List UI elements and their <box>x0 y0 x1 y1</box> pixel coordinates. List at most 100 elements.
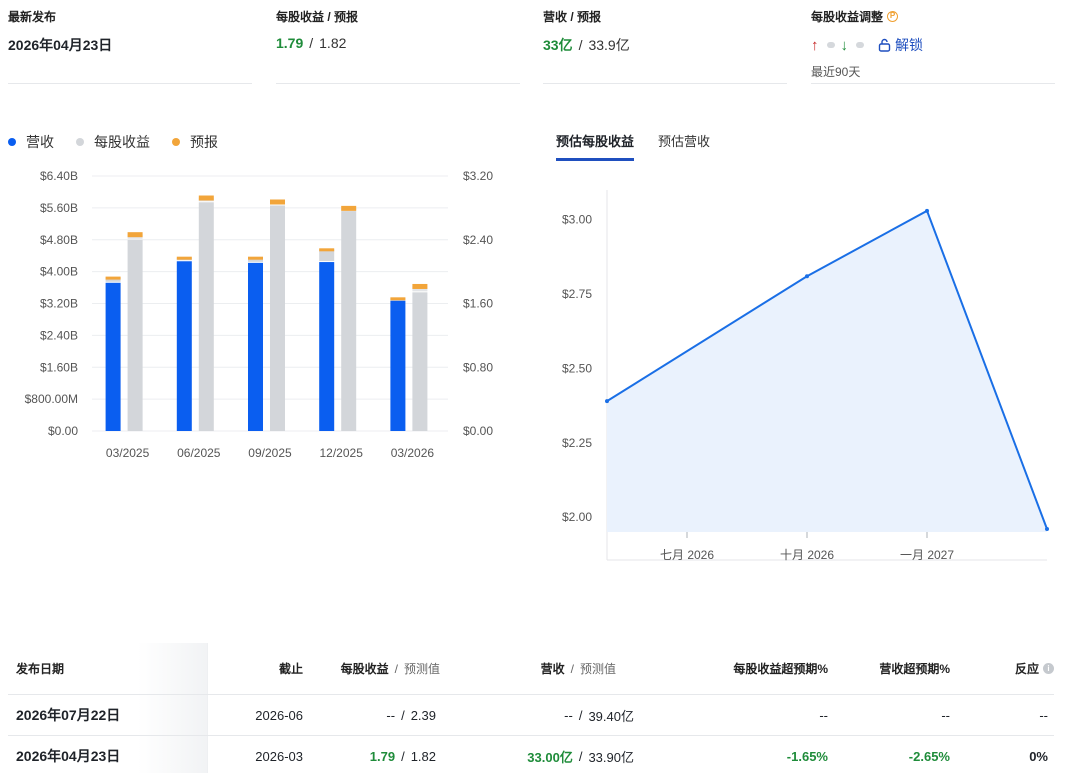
bar-revenue <box>319 262 335 431</box>
cell-eps: -- / 2.39 <box>308 695 436 735</box>
separator: / <box>578 707 583 723</box>
cell-eps-surprise: -1.65% <box>786 748 828 764</box>
legend-dot <box>172 138 180 146</box>
cell-reaction: -- <box>1039 707 1048 723</box>
y-right-tick-label: $0.00 <box>463 424 493 438</box>
legend-label: 预报 <box>190 134 218 150</box>
table-row[interactable]: 2026年07月22日 2026-06 -- / 2.39 -- / 39.40… <box>8 695 1054 736</box>
eps-estimate: 1.82 <box>319 35 347 51</box>
blurred-value <box>826 42 835 48</box>
cell-revenue: -- / 39.40亿 <box>448 695 634 735</box>
y-right-tick-label: $2.40 <box>463 233 493 247</box>
arrow-up-icon: ↑ <box>811 36 819 54</box>
bar-revenue <box>248 262 263 431</box>
legend-item-revenue[interactable]: 营收 <box>8 132 54 152</box>
bar-revenue-estimate-marker <box>176 256 192 260</box>
unlock-link[interactable]: 解锁 <box>878 35 923 55</box>
cell-revenue: 33.00亿 / 33.90亿 <box>448 736 634 773</box>
col-eps-surprise[interactable]: 每股收益超预期% <box>648 643 828 694</box>
tab-estimated-revenue[interactable]: 预估营收 <box>658 131 710 161</box>
eps-actual: 1.79 <box>276 35 304 51</box>
kpi-label: 每股收益 / 预报 <box>276 10 359 24</box>
col-eps[interactable]: 每股收益 / 预测值 <box>308 643 440 694</box>
y-left-tick-label: $4.80B <box>40 233 78 247</box>
info-icon[interactable]: i <box>1043 663 1054 674</box>
kpi-revenue: 营收 / 预报 33亿 / 33.9亿 <box>543 8 787 84</box>
y-left-tick-label: $0.00 <box>48 424 78 438</box>
col-label: 每股收益 <box>340 662 389 676</box>
y-tick-label: $3.00 <box>562 213 592 227</box>
bar-revenue <box>390 300 406 431</box>
kpi-label: 每股收益调整 P <box>811 8 1055 25</box>
estimated-eps-area-chart: $2.00 $2.25 $2.50 $2.75 $3.00 七月 2026 十月 2026 一… <box>562 190 1049 562</box>
col-revenue[interactable]: 营收 / 预测值 <box>448 643 616 694</box>
bar-eps-estimate-marker <box>198 195 214 201</box>
cell-revenue-surprise: -- <box>941 707 950 723</box>
bar-revenue-estimate-marker <box>105 276 121 280</box>
y-left-tick-label: $800.00M <box>25 392 78 406</box>
y-left-tick-label: $2.40B <box>40 328 78 342</box>
y-left-tick-label: $6.40B <box>40 169 78 183</box>
y-left-tick-label: $5.60B <box>40 201 78 215</box>
y-right-tick-label: $1.60 <box>463 297 493 311</box>
separator: / <box>401 748 405 764</box>
kpi-eps-revision: 每股收益调整 P ↑ ↓ 解锁 最近90天 <box>811 8 1055 84</box>
cell-eps-surprise: -- <box>819 707 828 723</box>
cell-date: 2026年07月22日 <box>16 707 121 723</box>
revenue-actual: 33.00亿 <box>527 749 573 765</box>
kpi-label-text: 每股收益调整 <box>811 10 884 24</box>
cell-reaction: 0% <box>1029 748 1048 764</box>
earnings-bar-chart: $0.00 $800.00M $1.60B $2.40B $3.20B $4.00B $4.… <box>25 169 494 460</box>
separator: / <box>570 661 574 676</box>
cell-period: 2026-06 <box>255 707 303 723</box>
eps-estimate: 2.39 <box>410 707 436 723</box>
col-revenue-surprise[interactable]: 营收超预期% <box>838 643 950 694</box>
x-tick-label: 03/2026 <box>391 446 435 460</box>
separator: / <box>578 748 583 764</box>
kpi-value: 1.79 / 1.82 <box>276 35 520 51</box>
data-point <box>925 208 929 213</box>
revenue-estimate: 33.90亿 <box>588 749 634 765</box>
area-fill <box>607 210 1047 532</box>
kpi-value: 33亿 / 33.9亿 <box>543 35 787 55</box>
bar-revenue <box>176 261 192 431</box>
col-label: 预测值 <box>579 662 616 676</box>
separator: / <box>309 35 314 51</box>
eps-actual: 1.79 <box>369 748 396 764</box>
arrow-down-icon: ↓ <box>840 36 849 54</box>
revenue-estimate: 39.40亿 <box>588 708 634 724</box>
data-point <box>805 274 809 279</box>
cell-date: 2026年04月23日 <box>16 748 121 764</box>
col-release-date[interactable]: 发布日期 <box>16 643 64 694</box>
x-tick-label: 09/2025 <box>248 446 292 460</box>
bar-eps-estimate-marker <box>270 199 285 205</box>
legend-item-estimate[interactable]: 预报 <box>172 132 218 152</box>
col-reaction[interactable]: 反应 i <box>968 643 1054 694</box>
x-tick-label: 03/2025 <box>106 446 150 460</box>
unlock-label: 解锁 <box>895 37 923 53</box>
tab-estimated-eps[interactable]: 预估每股收益 <box>556 131 635 161</box>
bar-eps-estimate-marker <box>412 283 428 289</box>
table-row[interactable]: 2026年04月23日 2026-03 1.79 / 1.82 33.00亿 /… <box>8 736 1054 773</box>
kpi-label: 最新发布 <box>8 10 57 24</box>
legend-label: 每股收益 <box>94 134 150 150</box>
col-period[interactable]: 截止 <box>218 643 303 694</box>
y-left-tick-label: $3.20B <box>40 297 78 311</box>
bar-eps <box>341 211 357 431</box>
eps-estimate: 1.82 <box>410 748 436 764</box>
separator: / <box>394 661 398 676</box>
col-label: 营收 <box>540 662 565 676</box>
revenue-estimate: 33.9亿 <box>588 37 630 53</box>
separator: / <box>578 37 583 53</box>
separator: / <box>401 707 405 723</box>
lock-icon <box>878 38 891 52</box>
kpi-latest-release: 最新发布 2026年04月23日 <box>8 8 252 84</box>
x-tick-label: 06/2025 <box>177 446 221 460</box>
bar-eps <box>412 292 428 431</box>
bar-eps <box>270 205 285 431</box>
y-tick-label: $2.75 <box>562 287 592 301</box>
kpi-value: ↑ ↓ 解锁 <box>811 35 1055 55</box>
legend-item-eps[interactable]: 每股收益 <box>76 132 150 152</box>
earnings-table: 发布日期 截止 每股收益 / 预测值 营收 / 预测值 每股收益超预期% 营收超… <box>8 643 1054 773</box>
legend-dot <box>76 138 84 146</box>
